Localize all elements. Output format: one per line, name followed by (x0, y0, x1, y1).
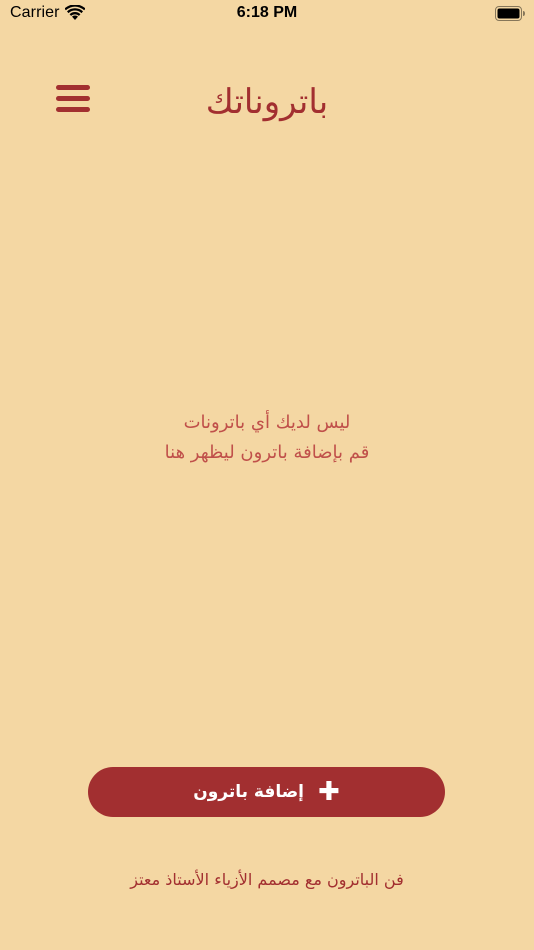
status-time: 6:18 PM (236, 4, 298, 21)
add-pattern-label: إضافة باترون (193, 782, 305, 802)
page-title: باتروناتك (205, 82, 329, 122)
empty-state-line-1: ليس لديك أي باترونات (183, 412, 351, 433)
empty-state-line-2: قم بإضافة باترون ليظهر هنا (164, 442, 370, 463)
battery-full-icon (495, 6, 525, 21)
footer-credit: فن الباترون مع مصمم الأزياء الأستاذ معتز (130, 870, 404, 889)
add-pattern-button[interactable]: ✚ إضافة باترون (88, 767, 445, 817)
plus-icon: ✚ (318, 777, 340, 807)
empty-state-message: ليس لديك أي باترونات قم بإضافة باترون لي… (0, 408, 534, 468)
status-bar: Carrier 6:18 PM (0, 0, 534, 28)
